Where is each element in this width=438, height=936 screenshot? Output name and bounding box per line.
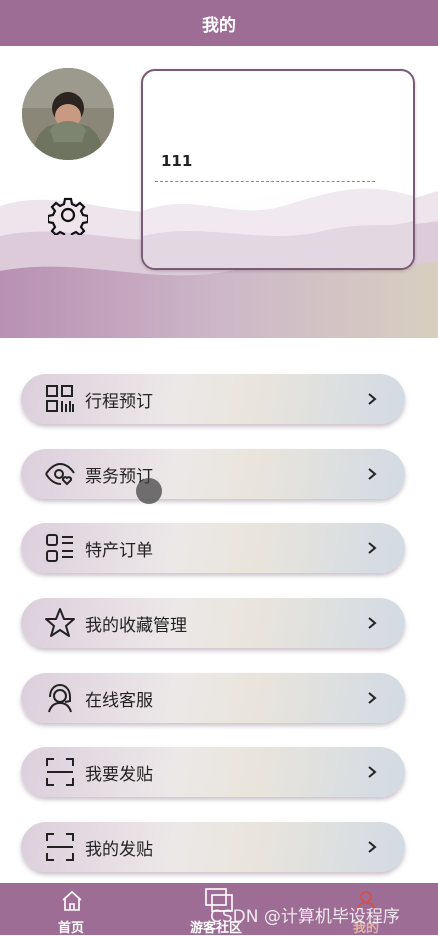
top-app-bar: 我的 [0,0,438,46]
avatar-image [22,68,114,160]
menu-item-my-posts[interactable]: 我的发贴 [21,822,405,872]
tab-label: 首页 [58,921,85,936]
menu-item-label: 票务预订 [85,466,153,487]
menu-item-label: 我的收藏管理 [85,615,187,636]
settings-gear-icon[interactable] [48,195,88,235]
scan-frame-icon [46,758,74,786]
chevron-right-icon [368,617,377,629]
menu-item-ticket-booking[interactable]: 票务预订 [21,449,405,499]
chevron-right-icon [368,393,377,405]
menu-item-label: 在线客服 [85,690,153,711]
avatar[interactable] [22,68,114,160]
watermark-text: CSDN @计算机毕设程序 [210,907,400,927]
user-info-card: 111 [141,69,415,270]
page-title: 我的 [202,15,236,36]
chevron-right-icon [368,841,377,853]
username-divider [155,181,375,182]
menu-item-label: 我的发贴 [85,839,153,860]
menu-item-favorites[interactable]: 我的收藏管理 [21,598,405,648]
chevron-right-icon [368,542,377,554]
chevron-right-icon [368,766,377,778]
home-icon [62,890,82,911]
list-icon [46,534,73,562]
chevron-right-icon [368,692,377,704]
touch-indicator [136,478,162,504]
star-icon [45,608,75,637]
menu-item-new-post[interactable]: 我要发贴 [21,747,405,797]
menu-item-label: 行程预订 [85,391,153,412]
menu-item-label: 我要发贴 [85,764,153,785]
chevron-right-icon [368,468,377,480]
headset-agent-icon [48,683,72,713]
username-text: 111 [161,152,193,170]
menu-item-trip-booking[interactable]: 行程预订 [21,374,405,424]
qr-grid-icon [46,385,74,412]
menu-item-label: 特产订单 [85,540,153,561]
scan-frame-icon [46,833,74,861]
tab-home[interactable]: 首页 [12,883,132,936]
eye-heart-icon [45,462,75,486]
menu-item-specialty-orders[interactable]: 特产订单 [21,523,405,573]
menu-item-customer-service[interactable]: 在线客服 [21,673,405,723]
